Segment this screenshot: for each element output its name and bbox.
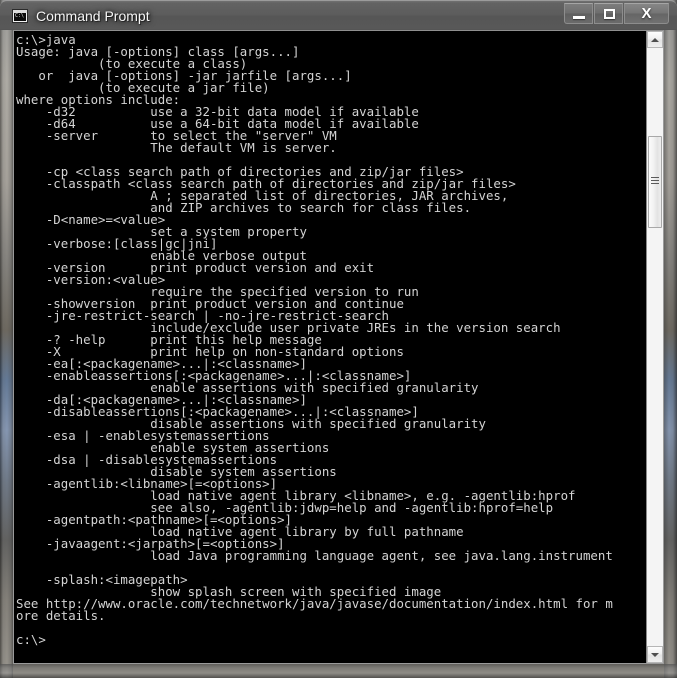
scrollbar-grip-icon <box>651 177 659 187</box>
command-prompt-window: C:\ Command Prompt X c:\>java Usage: jav… <box>0 0 677 678</box>
scrollbar-thumb[interactable] <box>648 136 662 228</box>
vertical-scrollbar[interactable] <box>646 31 663 663</box>
maximize-button[interactable] <box>594 3 623 24</box>
maximize-icon <box>603 9 615 19</box>
caption-buttons: X <box>563 3 669 25</box>
console-window-icon[interactable]: C:\ <box>12 9 28 23</box>
scroll-up-button[interactable] <box>647 31 663 48</box>
scrollbar-track[interactable] <box>647 48 663 646</box>
scroll-down-arrow-icon <box>651 653 659 657</box>
console-text: c:\>java Usage: java [-options] class [a… <box>16 32 613 647</box>
scroll-up-arrow-icon <box>651 38 659 42</box>
window-title: Command Prompt <box>36 8 150 24</box>
console-output-region[interactable]: c:\>java Usage: java [-options] class [a… <box>14 31 646 663</box>
close-icon: X <box>641 5 652 22</box>
window-border-right <box>664 0 677 678</box>
minimize-button[interactable] <box>564 3 593 24</box>
window-border-left <box>0 0 13 678</box>
minimize-icon <box>572 16 585 19</box>
title-bar[interactable]: C:\ Command Prompt X <box>0 0 677 30</box>
icon-screen-text: C:\ <box>14 13 26 21</box>
window-border-bottom <box>0 664 677 678</box>
close-button[interactable]: X <box>624 3 669 24</box>
console-client-area: c:\>java Usage: java [-options] class [a… <box>13 30 664 664</box>
scroll-down-button[interactable] <box>647 646 663 663</box>
